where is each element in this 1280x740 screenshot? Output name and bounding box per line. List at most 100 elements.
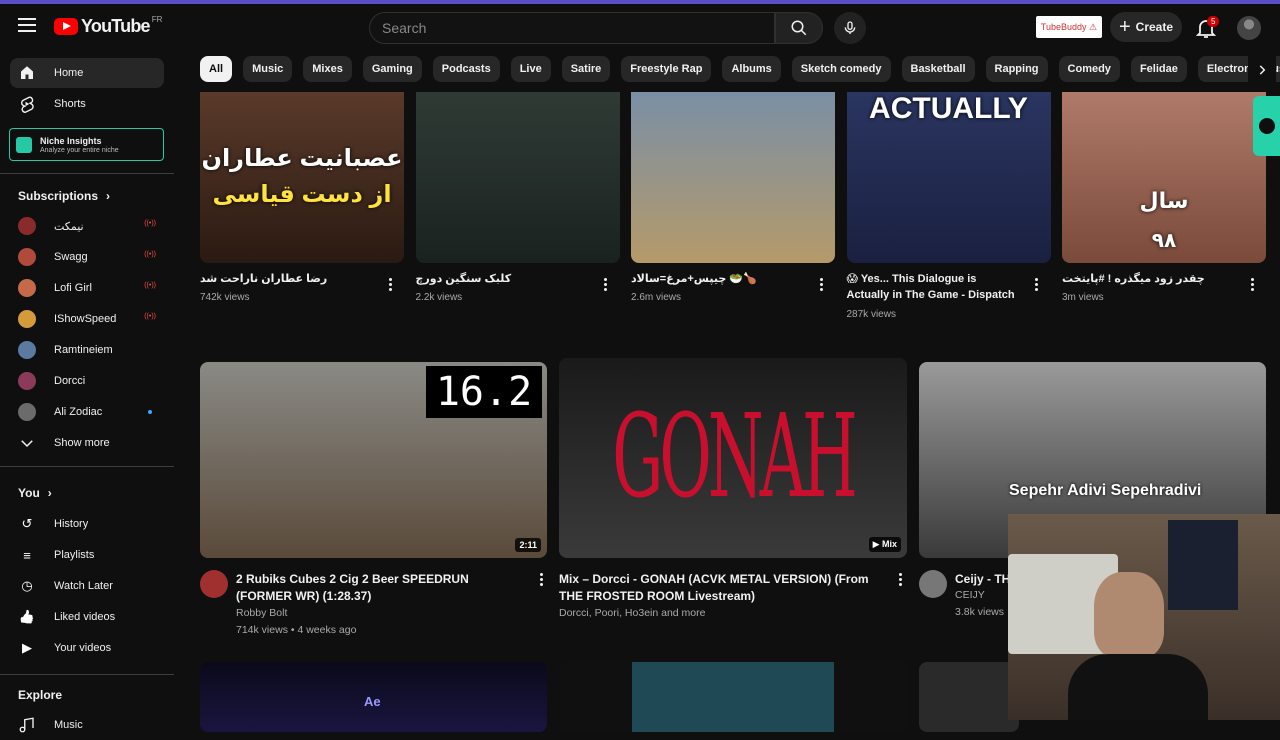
subscription-name: Swagg	[54, 251, 88, 263]
more-options-icon[interactable]	[600, 276, 612, 292]
video-thumbnail[interactable]: 16.2 2:11	[200, 362, 547, 558]
chips-next-button[interactable]	[1248, 56, 1276, 84]
chip-basketball[interactable]: Basketball	[901, 56, 975, 82]
chip-gaming[interactable]: Gaming	[362, 56, 422, 82]
tubebuddy-side-tab[interactable]	[1253, 96, 1280, 156]
search-icon	[791, 20, 807, 36]
short-views: 2.6m views	[631, 292, 682, 303]
more-options-icon[interactable]	[1246, 276, 1258, 292]
chip-live[interactable]: Live	[510, 56, 551, 82]
chip-music[interactable]: Music	[243, 56, 293, 82]
chip-satire[interactable]: Satire	[561, 56, 611, 82]
channel-name[interactable]: CEIJY	[955, 589, 985, 601]
live-icon: ((•))	[144, 282, 156, 289]
sidebar-item-playlists[interactable]: ≡ Playlists	[10, 540, 164, 570]
subscription-item[interactable]: Ramtineiem	[10, 335, 164, 365]
video-title[interactable]: Mix – Dorcci - GONAH (ACVK METAL VERSION…	[559, 571, 885, 605]
streamer-shirt	[1068, 654, 1208, 720]
sidebar-item-label: Playlists	[54, 549, 95, 561]
sidebar-item-liked-videos[interactable]: 👍 Liked videos	[10, 602, 164, 632]
subscriptions-header[interactable]: Subscriptions ›	[18, 189, 110, 203]
tubebuddy-button[interactable]: TubeBuddy ⚠	[1036, 16, 1102, 38]
channel-name[interactable]: Robby Bolt	[236, 607, 287, 619]
your-videos-icon: ▶	[22, 640, 32, 655]
chip-freestyle-rap[interactable]: Freestyle Rap	[621, 56, 712, 82]
short-views: 742k views	[200, 292, 250, 303]
mix-badge-label: Mix	[881, 539, 897, 549]
you-header[interactable]: You ›	[18, 486, 52, 500]
chevron-right-icon: ›	[106, 189, 111, 203]
thumbnail-text: ACTUALLY	[869, 92, 1028, 125]
subscription-name: IShowSpeed	[54, 313, 117, 325]
subscription-item[interactable]: IShowSpeed ((•))	[10, 304, 164, 334]
subscription-item[interactable]: Swagg ((•))	[10, 242, 164, 272]
mix-thumbnail[interactable]: GONAH ▶ Mix	[559, 358, 907, 558]
short-thumbnail[interactable]	[631, 92, 835, 263]
subscription-item[interactable]: Lofi Girl ((•))	[10, 273, 164, 303]
voice-search-button[interactable]	[834, 12, 866, 44]
menu-icon[interactable]	[18, 18, 36, 32]
short-title[interactable]: رضا عطاران ناراحت شد	[200, 271, 370, 287]
more-options-icon[interactable]	[535, 571, 547, 587]
short-title[interactable]: کلبک سنگین دورچ	[416, 271, 586, 287]
timer-overlay: 16.2	[426, 366, 542, 418]
short-title[interactable]: 😱 Yes... This Dialogue is Actually in Th…	[847, 271, 1017, 303]
sidebar-item-label: Music	[54, 719, 83, 731]
subscription-name: Lofi Girl	[54, 282, 92, 294]
chip-felidae[interactable]: Felidae	[1130, 56, 1187, 82]
search-button[interactable]	[775, 12, 823, 44]
sidebar-item-home[interactable]: Home	[10, 58, 164, 88]
more-options-icon[interactable]	[894, 571, 906, 587]
niche-insights-button[interactable]: Niche Insights Analyze your entire niche	[9, 128, 164, 161]
channel-avatar[interactable]	[919, 570, 947, 598]
tubebuddy-icon	[1258, 118, 1275, 134]
more-options-icon[interactable]	[815, 276, 827, 292]
youtube-logo[interactable]: YouTube FR	[54, 15, 162, 37]
short-views: 2.2k views	[415, 292, 463, 303]
video-thumbnail[interactable]: Ae	[200, 662, 547, 732]
account-avatar[interactable]	[1237, 16, 1261, 40]
more-options-icon[interactable]	[1031, 276, 1043, 292]
short-thumbnail[interactable]: عصبانیت عطاران از دست قیاسی	[200, 92, 404, 263]
chip-all[interactable]: All	[200, 56, 233, 82]
after-effects-logo: Ae	[364, 694, 381, 709]
video-title[interactable]: Ceijy - TH	[955, 571, 1015, 588]
sidebar-item-shorts[interactable]: Shorts	[10, 89, 164, 119]
video-thumbnail[interactable]	[559, 662, 907, 732]
video-title[interactable]: 2 Rubiks Cubes 2 Cig 2 Beer SPEEDRUN (FO…	[236, 571, 518, 605]
short-title[interactable]: چیپس+مرغ=سالاد 🥗🍗	[631, 271, 801, 287]
channel-avatar[interactable]	[200, 570, 228, 598]
mix-badge: ▶ Mix	[868, 537, 901, 552]
short-title[interactable]: چقدر زود میگذره ! #پایتخت	[1062, 271, 1232, 287]
subscription-name: Dorcci	[54, 375, 86, 387]
search-box	[369, 12, 775, 44]
chip-albums[interactable]: Albums	[722, 56, 781, 82]
short-thumbnail[interactable]	[415, 92, 620, 263]
show-more-button[interactable]: Show more	[10, 428, 164, 458]
subscription-item[interactable]: Dorcci	[10, 366, 164, 396]
sidebar-item-watch-later[interactable]: ◷ Watch Later	[10, 571, 164, 601]
microphone-icon	[844, 21, 856, 34]
chip-rapping[interactable]: Rapping	[985, 56, 1048, 82]
short-thumbnail[interactable]: ACTUALLY	[846, 92, 1051, 263]
channel-avatar	[18, 310, 36, 328]
sidebar-item-music[interactable]: Music	[10, 710, 164, 740]
search-input[interactable]	[382, 20, 774, 36]
more-options-icon[interactable]	[384, 276, 396, 292]
subscription-item[interactable]: Ali Zodiac	[10, 397, 164, 427]
sidebar-item-label: Shorts	[54, 98, 86, 110]
explore-title: Explore	[18, 688, 63, 702]
create-button[interactable]: + Create	[1110, 12, 1182, 42]
sidebar-item-history[interactable]: ↺ History	[10, 509, 164, 539]
subscription-item[interactable]: نیمکت ((•))	[10, 211, 164, 241]
playlists-icon: ≡	[23, 547, 31, 563]
chip-podcasts[interactable]: Podcasts	[432, 56, 500, 82]
chip-mixes[interactable]: Mixes	[303, 56, 352, 82]
chip-comedy[interactable]: Comedy	[1058, 56, 1120, 82]
short-thumbnail[interactable]: سال ۹۸	[1062, 92, 1266, 263]
sidebar-item-your-videos[interactable]: ▶ Your videos	[10, 633, 164, 663]
sidebar-item-label: Watch Later	[54, 580, 113, 592]
chip-sketch-comedy[interactable]: Sketch comedy	[791, 56, 891, 82]
video-thumbnail[interactable]	[919, 662, 1019, 732]
wall-poster	[1168, 520, 1238, 610]
